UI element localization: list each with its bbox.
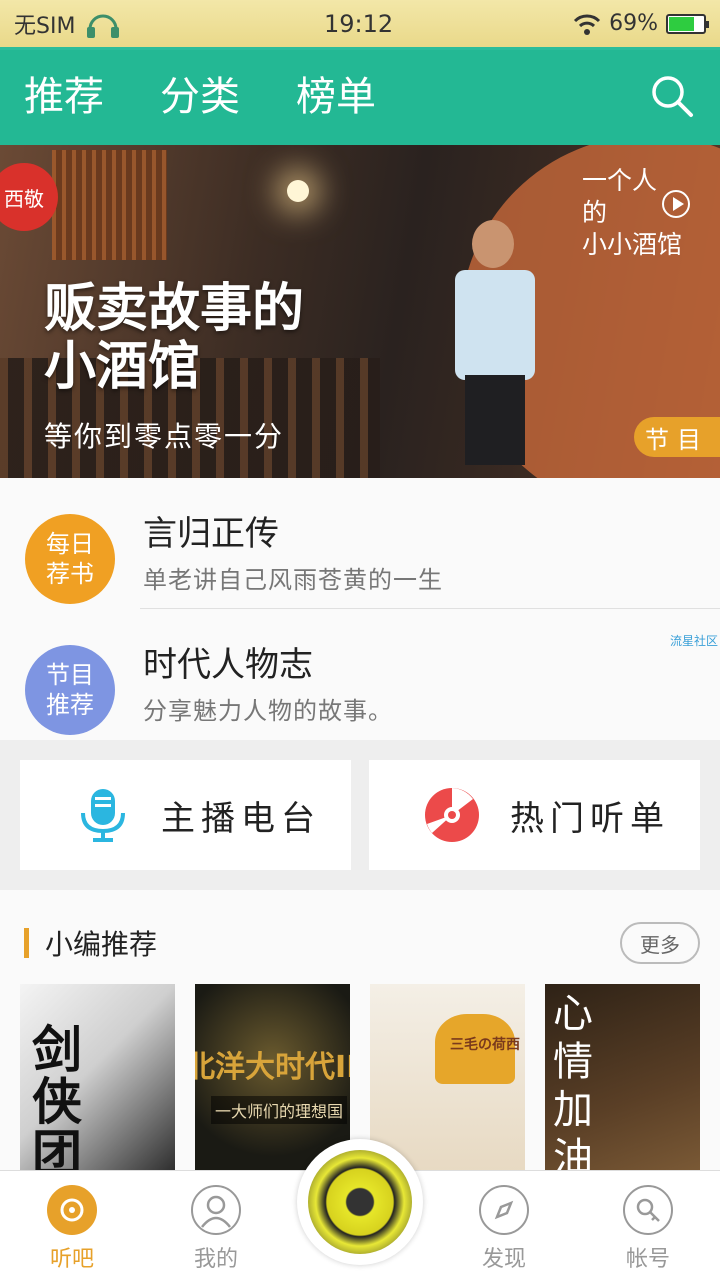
- lantern-icon: 西敬: [0, 163, 58, 231]
- feature-title: 时代人物志: [143, 645, 313, 685]
- nav-account-label: 帐号: [625, 1247, 670, 1272]
- anchor-radio-button[interactable]: 主播电台: [20, 760, 351, 870]
- program-tag: 节目: [634, 417, 720, 457]
- banner-side-line2: 的: [582, 198, 608, 227]
- feature-desc: 分享魅力人物的故事。: [143, 697, 393, 725]
- battery-icon: [666, 13, 709, 34]
- daily-book-badge: 每日 荐书: [25, 514, 115, 604]
- play-icon[interactable]: [662, 190, 690, 218]
- battery-fill: [669, 16, 694, 31]
- book-cover[interactable]: 北洋大时代II 一大师们的理想国: [195, 984, 350, 1174]
- disc-icon: [425, 788, 479, 842]
- daily-book-badge-line2: 荐书: [46, 560, 94, 588]
- feature-desc: 单老讲自己风雨苍黄的一生: [143, 566, 443, 594]
- nav-discover[interactable]: 发现: [454, 1185, 554, 1273]
- headphones-icon: [87, 14, 120, 38]
- banner-side-line1: 一个人: [582, 166, 658, 195]
- account-key-icon: [623, 1185, 673, 1235]
- editor-picks-section: 小编推荐 更多 剑侠团 北洋大时代II 一大师们的理想国 三毛の荷西 心情加油站: [0, 890, 720, 1174]
- cover-title: 剑侠团: [32, 1021, 82, 1174]
- nav-account[interactable]: 帐号: [598, 1185, 698, 1273]
- sim-status: 无SIM: [14, 13, 76, 39]
- banner-title-line2: 小酒馆: [44, 337, 201, 397]
- watermark-text: 流星社区: [669, 634, 718, 648]
- daily-book-badge-line1: 每日: [46, 530, 94, 558]
- top-nav: 推荐 分类 榜单: [0, 50, 720, 150]
- banner-lamp-decoration: [287, 180, 309, 202]
- promo-banner[interactable]: 西敬 贩卖故事的 小酒馆 等你到零点零一分 一个人 的 小小酒馆 节目: [0, 145, 720, 478]
- more-button[interactable]: 更多: [620, 922, 700, 964]
- tab-category[interactable]: 分类: [160, 64, 240, 132]
- nav-mine-label: 我的: [193, 1247, 238, 1272]
- anchor-radio-label: 主播电台: [161, 798, 321, 839]
- feature-program-pick[interactable]: 节目 推荐 时代人物志 分享魅力人物的故事。: [25, 608, 720, 738]
- feature-daily-book[interactable]: 每日 荐书 言归正传 单老讲自己风雨苍黄的一生: [0, 478, 720, 608]
- nav-listen[interactable]: 听吧: [22, 1185, 122, 1273]
- section-title: 小编推荐: [45, 928, 158, 961]
- book-cover[interactable]: 心情加油站: [545, 984, 700, 1174]
- section-accent-bar: [24, 928, 29, 958]
- program-pick-badge-line2: 推荐: [46, 691, 94, 719]
- quick-entry-section: 主播电台 热门听单: [0, 740, 720, 890]
- nav-listen-label: 听吧: [49, 1247, 94, 1272]
- feature-list: 每日 荐书 言归正传 单老讲自己风雨苍黄的一生 节目 推荐 时代人物志 分享魅力人物…: [0, 478, 720, 740]
- record-icon: [47, 1185, 97, 1235]
- bottom-nav: 听吧 我的 发现 帐号: [0, 1139, 720, 1280]
- tab-recommend[interactable]: 推荐: [14, 64, 114, 150]
- book-cover[interactable]: 剑侠团: [20, 984, 175, 1174]
- section-header: 小编推荐: [24, 926, 158, 961]
- cover-subtitle: 一大师们的理想国: [211, 1096, 348, 1124]
- book-cover[interactable]: 三毛の荷西: [370, 984, 525, 1174]
- nav-discover-label: 发现: [481, 1247, 526, 1272]
- microphone-icon: [81, 789, 125, 842]
- user-icon: [191, 1185, 241, 1235]
- search-icon[interactable]: [650, 74, 694, 118]
- wifi-icon: [574, 14, 601, 35]
- hot-playlist-button[interactable]: 热门听单: [369, 760, 700, 870]
- banner-title-line1: 贩卖故事的: [44, 279, 305, 339]
- album-art-image: [308, 1150, 412, 1254]
- program-pick-badge-line1: 节目: [46, 661, 94, 689]
- now-playing-disc[interactable]: [297, 1139, 423, 1265]
- banner-side-line3: 小小酒馆: [582, 230, 683, 259]
- status-bar: 无SIM 19:12 69%: [0, 0, 720, 50]
- hot-playlist-label: 热门听单: [510, 798, 670, 839]
- banner-person-image: [450, 220, 540, 465]
- feature-title: 言归正传: [143, 514, 279, 554]
- tab-ranking[interactable]: 榜单: [296, 64, 376, 132]
- program-pick-badge: 节目 推荐: [25, 645, 115, 735]
- cover-title: 北洋大时代II: [195, 1050, 350, 1085]
- clock: 19:12: [323, 9, 394, 38]
- banner-subtitle: 等你到零点零一分: [44, 420, 285, 453]
- cover-title: 三毛の荷西: [450, 1037, 520, 1053]
- banner-window-decoration: [52, 150, 167, 260]
- cover-title: 心情加油站: [553, 991, 593, 1174]
- banner-title: 贩卖故事的 小酒馆: [44, 280, 304, 396]
- nav-mine[interactable]: 我的: [166, 1185, 266, 1273]
- battery-percent: 69%: [609, 11, 658, 36]
- compass-icon: [479, 1185, 529, 1235]
